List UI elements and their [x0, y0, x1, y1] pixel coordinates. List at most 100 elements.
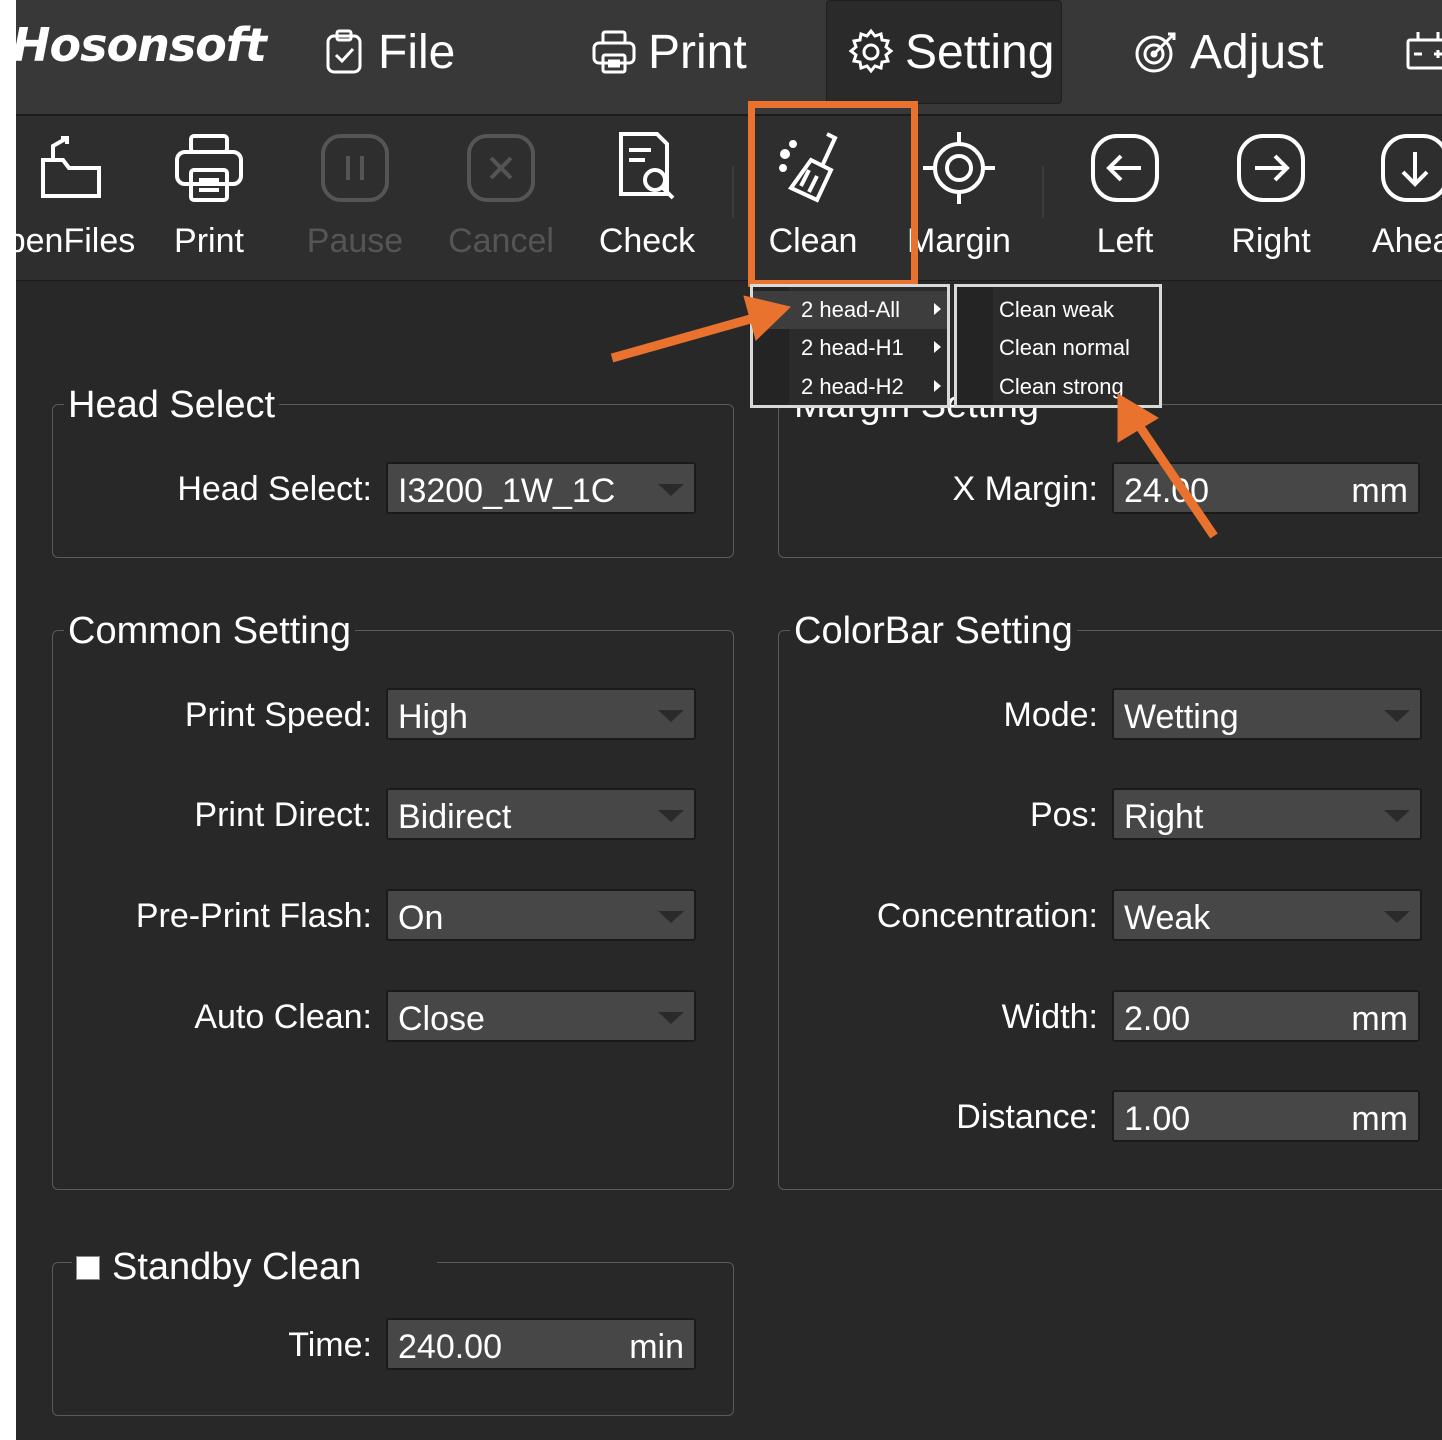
pre-print-flash-value: On — [398, 899, 444, 937]
cancel-icon — [467, 134, 535, 202]
time-unit: min — [629, 1328, 684, 1366]
gear-icon — [848, 28, 894, 74]
menu-print-label: Print — [648, 25, 747, 79]
tool-ahead-label: Ahea — [1372, 222, 1442, 260]
document-search-icon — [619, 132, 675, 200]
x-margin-field[interactable]: 24.00 mm — [1112, 462, 1420, 514]
menu-item-2-head-h1[interactable]: 2 head-H1 — [753, 329, 947, 367]
standby-clean-title: Standby Clean — [112, 1246, 362, 1288]
top-menu-bar: Hosonsoft File Print Setting Adjust — [16, 0, 1442, 116]
clean-level-submenu: Clean weak Clean normal Clean strong — [954, 284, 1162, 408]
tool-pause-label: Pause — [306, 222, 404, 260]
width-field[interactable]: 2.00 mm — [1112, 990, 1420, 1042]
tool-left-label: Left — [1096, 222, 1154, 260]
submenu-clean-normal[interactable]: Clean normal — [957, 329, 1159, 367]
menu-more[interactable] — [1404, 0, 1442, 104]
width-unit: mm — [1351, 1000, 1408, 1038]
submenu-item-label: Clean weak — [999, 297, 1114, 322]
menu-item-2-head-all[interactable]: 2 head-All — [753, 291, 947, 329]
arrow-left-circle-icon — [1091, 134, 1159, 202]
clean-highlight-annotation — [748, 101, 918, 287]
auto-clean-combo[interactable]: Close — [386, 990, 696, 1042]
colorbar-setting-title: ColorBar Setting — [790, 610, 1077, 653]
toolbar-separator — [1042, 166, 1044, 218]
clipboard-check-icon — [326, 29, 362, 74]
tool-pause[interactable]: Pause — [290, 116, 420, 280]
standby-clean-checkbox[interactable] — [76, 1255, 100, 1280]
tool-ahead[interactable]: Ahea — [1350, 116, 1442, 280]
toolbar: penFiles Print Pause Cancel Check Clean … — [16, 116, 1442, 281]
print-speed-combo[interactable]: High — [386, 688, 696, 740]
menu-setting[interactable]: Setting — [826, 0, 1062, 104]
chevron-down-icon — [1384, 710, 1410, 722]
pos-label: Pos: — [1029, 796, 1098, 834]
tool-open-files-label: penFiles — [16, 222, 136, 260]
distance-field[interactable]: 1.00 mm — [1112, 1090, 1420, 1142]
pre-print-flash-combo[interactable]: On — [386, 889, 696, 941]
submenu-item-label: Clean strong — [999, 374, 1124, 399]
chevron-down-icon — [658, 911, 684, 923]
arrow-down-circle-icon — [1381, 134, 1442, 202]
chevron-down-icon — [658, 1012, 684, 1024]
tool-right[interactable]: Right — [1206, 116, 1336, 280]
tool-open-files[interactable]: penFiles — [16, 116, 136, 280]
pos-combo[interactable]: Right — [1112, 788, 1422, 840]
tool-print[interactable]: Print — [144, 116, 274, 280]
x-margin-value: 24.00 — [1124, 472, 1210, 510]
standby-clean-header: Standby Clean — [72, 1246, 438, 1289]
submenu-arrow-icon — [934, 303, 941, 315]
mode-label: Mode: — [1003, 696, 1099, 734]
app-logo: Hosonsoft — [16, 18, 267, 72]
chevron-down-icon — [1384, 810, 1410, 822]
print-direct-value: Bidirect — [398, 798, 512, 836]
width-value: 2.00 — [1124, 1000, 1191, 1038]
menu-adjust[interactable]: Adjust — [1132, 0, 1323, 104]
x-margin-label: X Margin: — [952, 470, 1099, 508]
width-label: Width: — [1001, 998, 1098, 1036]
print-speed-label: Print Speed: — [184, 696, 372, 734]
print-direct-label: Print Direct: — [194, 796, 372, 834]
mode-combo[interactable]: Wetting — [1112, 688, 1422, 740]
arrow-right-circle-icon — [1237, 134, 1305, 202]
tool-print-label: Print — [174, 222, 244, 260]
printer-icon — [175, 134, 243, 202]
head-select-title: Head Select — [64, 384, 280, 427]
tool-cancel[interactable]: Cancel — [436, 116, 566, 280]
concentration-label: Concentration: — [876, 897, 1098, 935]
menu-file-label: File — [378, 25, 456, 79]
chevron-down-icon — [1384, 911, 1410, 923]
menu-item-2-head-h2[interactable]: 2 head-H2 — [753, 368, 947, 406]
menu-print[interactable]: Print — [590, 0, 747, 104]
tool-left[interactable]: Left — [1060, 116, 1190, 280]
tool-check-label: Check — [598, 222, 696, 260]
concentration-combo[interactable]: Weak — [1112, 889, 1422, 941]
head-select-combo[interactable]: I3200_1W_1C — [386, 462, 696, 514]
menu-item-label: 2 head-H1 — [801, 335, 904, 360]
menu-item-label: 2 head-H2 — [801, 374, 904, 399]
printer-icon — [592, 30, 636, 74]
tool-cancel-label: Cancel — [448, 222, 554, 260]
pre-print-flash-label: Pre-Print Flash: — [135, 897, 372, 935]
chevron-down-icon — [658, 810, 684, 822]
head-select-value: I3200_1W_1C — [398, 472, 616, 510]
concentration-value: Weak — [1124, 899, 1211, 937]
mode-value: Wetting — [1124, 698, 1239, 736]
print-direct-combo[interactable]: Bidirect — [386, 788, 696, 840]
time-field[interactable]: 240.00 min — [386, 1318, 696, 1370]
menu-setting-label: Setting — [905, 25, 1055, 79]
submenu-clean-strong[interactable]: Clean strong — [957, 368, 1159, 406]
head-select-label: Head Select: — [177, 470, 372, 508]
x-margin-unit: mm — [1351, 472, 1408, 510]
adjust-target-icon — [1135, 32, 1176, 73]
menu-item-label: 2 head-All — [801, 297, 901, 322]
submenu-clean-weak[interactable]: Clean weak — [957, 291, 1159, 329]
pos-value: Right — [1124, 798, 1204, 836]
tool-check[interactable]: Check — [582, 116, 712, 280]
clean-dropdown-menu: 2 head-All 2 head-H1 2 head-H2 — [750, 284, 950, 408]
menu-file[interactable]: File — [320, 0, 455, 104]
app-window: Hosonsoft File Print Setting Adjust penF… — [16, 0, 1442, 1440]
crosshair-icon — [923, 132, 995, 204]
tool-right-label: Right — [1231, 222, 1311, 260]
board-icon — [1406, 32, 1442, 70]
time-label: Time: — [288, 1326, 372, 1364]
